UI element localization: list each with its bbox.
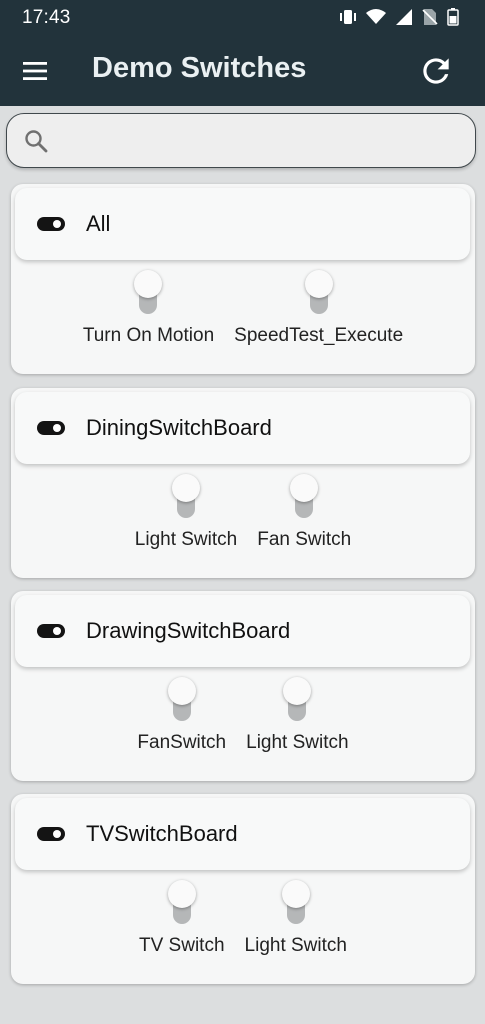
switch-row: Light Switch Fan Switch: [11, 474, 475, 564]
switchboard-title: TVSwitchBoard: [86, 821, 238, 846]
switch-fan[interactable]: Fan Switch: [257, 474, 351, 564]
vertical-switch[interactable]: [172, 474, 200, 520]
switch-label: Turn On Motion: [82, 325, 215, 346]
toggle-icon: [37, 421, 65, 435]
switch-label: Light Switch: [134, 529, 238, 550]
switch-speedtest-execute[interactable]: SpeedTest_Execute: [234, 270, 403, 360]
refresh-icon[interactable]: [417, 52, 455, 90]
status-icons: [339, 8, 459, 31]
switch-label: Light Switch: [246, 732, 349, 753]
switchboard-card-drawing: DrawingSwitchBoard FanSwitch Light Switc…: [11, 591, 475, 781]
search-input[interactable]: [59, 122, 463, 160]
battery-icon: [447, 8, 459, 31]
no-sim-icon: [422, 8, 438, 31]
switch-turn-on-motion[interactable]: Turn On Motion: [83, 270, 214, 360]
switch-row: Turn On Motion SpeedTest_Execute: [11, 270, 475, 360]
toggle-icon: [37, 217, 65, 231]
switchboard-title: DiningSwitchBoard: [86, 415, 272, 440]
switchboard-title: All: [86, 211, 111, 236]
vertical-switch[interactable]: [167, 880, 196, 926]
search-icon: [23, 128, 49, 154]
switchboard-header[interactable]: TVSwitchBoard: [15, 798, 470, 870]
search-bar[interactable]: [6, 113, 476, 168]
page-title: Demo Switches: [92, 52, 307, 84]
switchboard-header[interactable]: DiningSwitchBoard: [15, 392, 470, 464]
switchboard-title: DrawingSwitchBoard: [86, 618, 291, 643]
signal-icon: [395, 8, 413, 31]
switch-fan[interactable]: FanSwitch: [137, 677, 226, 767]
wifi-icon: [366, 8, 386, 31]
toggle-icon: [37, 624, 65, 638]
switch-label: FanSwitch: [137, 732, 227, 753]
vertical-switch[interactable]: [167, 677, 196, 723]
vibrate-icon: [339, 8, 357, 31]
switch-tv[interactable]: TV Switch: [139, 880, 225, 970]
vertical-switch[interactable]: [304, 270, 333, 316]
menu-icon[interactable]: [22, 59, 48, 83]
switch-light[interactable]: Light Switch: [245, 880, 347, 970]
vertical-switch[interactable]: [134, 270, 163, 316]
switchboard-header[interactable]: DrawingSwitchBoard: [15, 595, 470, 667]
switch-light[interactable]: Light Switch: [135, 474, 237, 564]
switch-row: FanSwitch Light Switch: [11, 677, 475, 767]
switch-label: Fan Switch: [257, 529, 352, 550]
vertical-switch[interactable]: [281, 880, 310, 926]
switchboard-card-tv: TVSwitchBoard TV Switch Light Switch: [11, 794, 475, 984]
switchboard-card-dining: DiningSwitchBoard Light Switch Fan Switc…: [11, 388, 475, 578]
status-time: 17:43: [22, 7, 71, 28]
switch-label: SpeedTest_Execute: [234, 325, 404, 346]
switch-label: TV Switch: [139, 935, 225, 956]
switchboard-header[interactable]: All: [15, 188, 470, 260]
switch-row: TV Switch Light Switch: [11, 880, 475, 970]
toggle-icon: [37, 827, 65, 841]
switchboard-card-all: All Turn On Motion SpeedTest_Execute: [11, 184, 475, 374]
switch-label: Light Switch: [244, 935, 347, 956]
vertical-switch[interactable]: [290, 474, 319, 520]
switch-light[interactable]: Light Switch: [246, 677, 349, 767]
app-bar: Demo Switches: [0, 36, 485, 106]
status-bar: 17:43: [0, 0, 485, 36]
vertical-switch[interactable]: [283, 677, 312, 723]
